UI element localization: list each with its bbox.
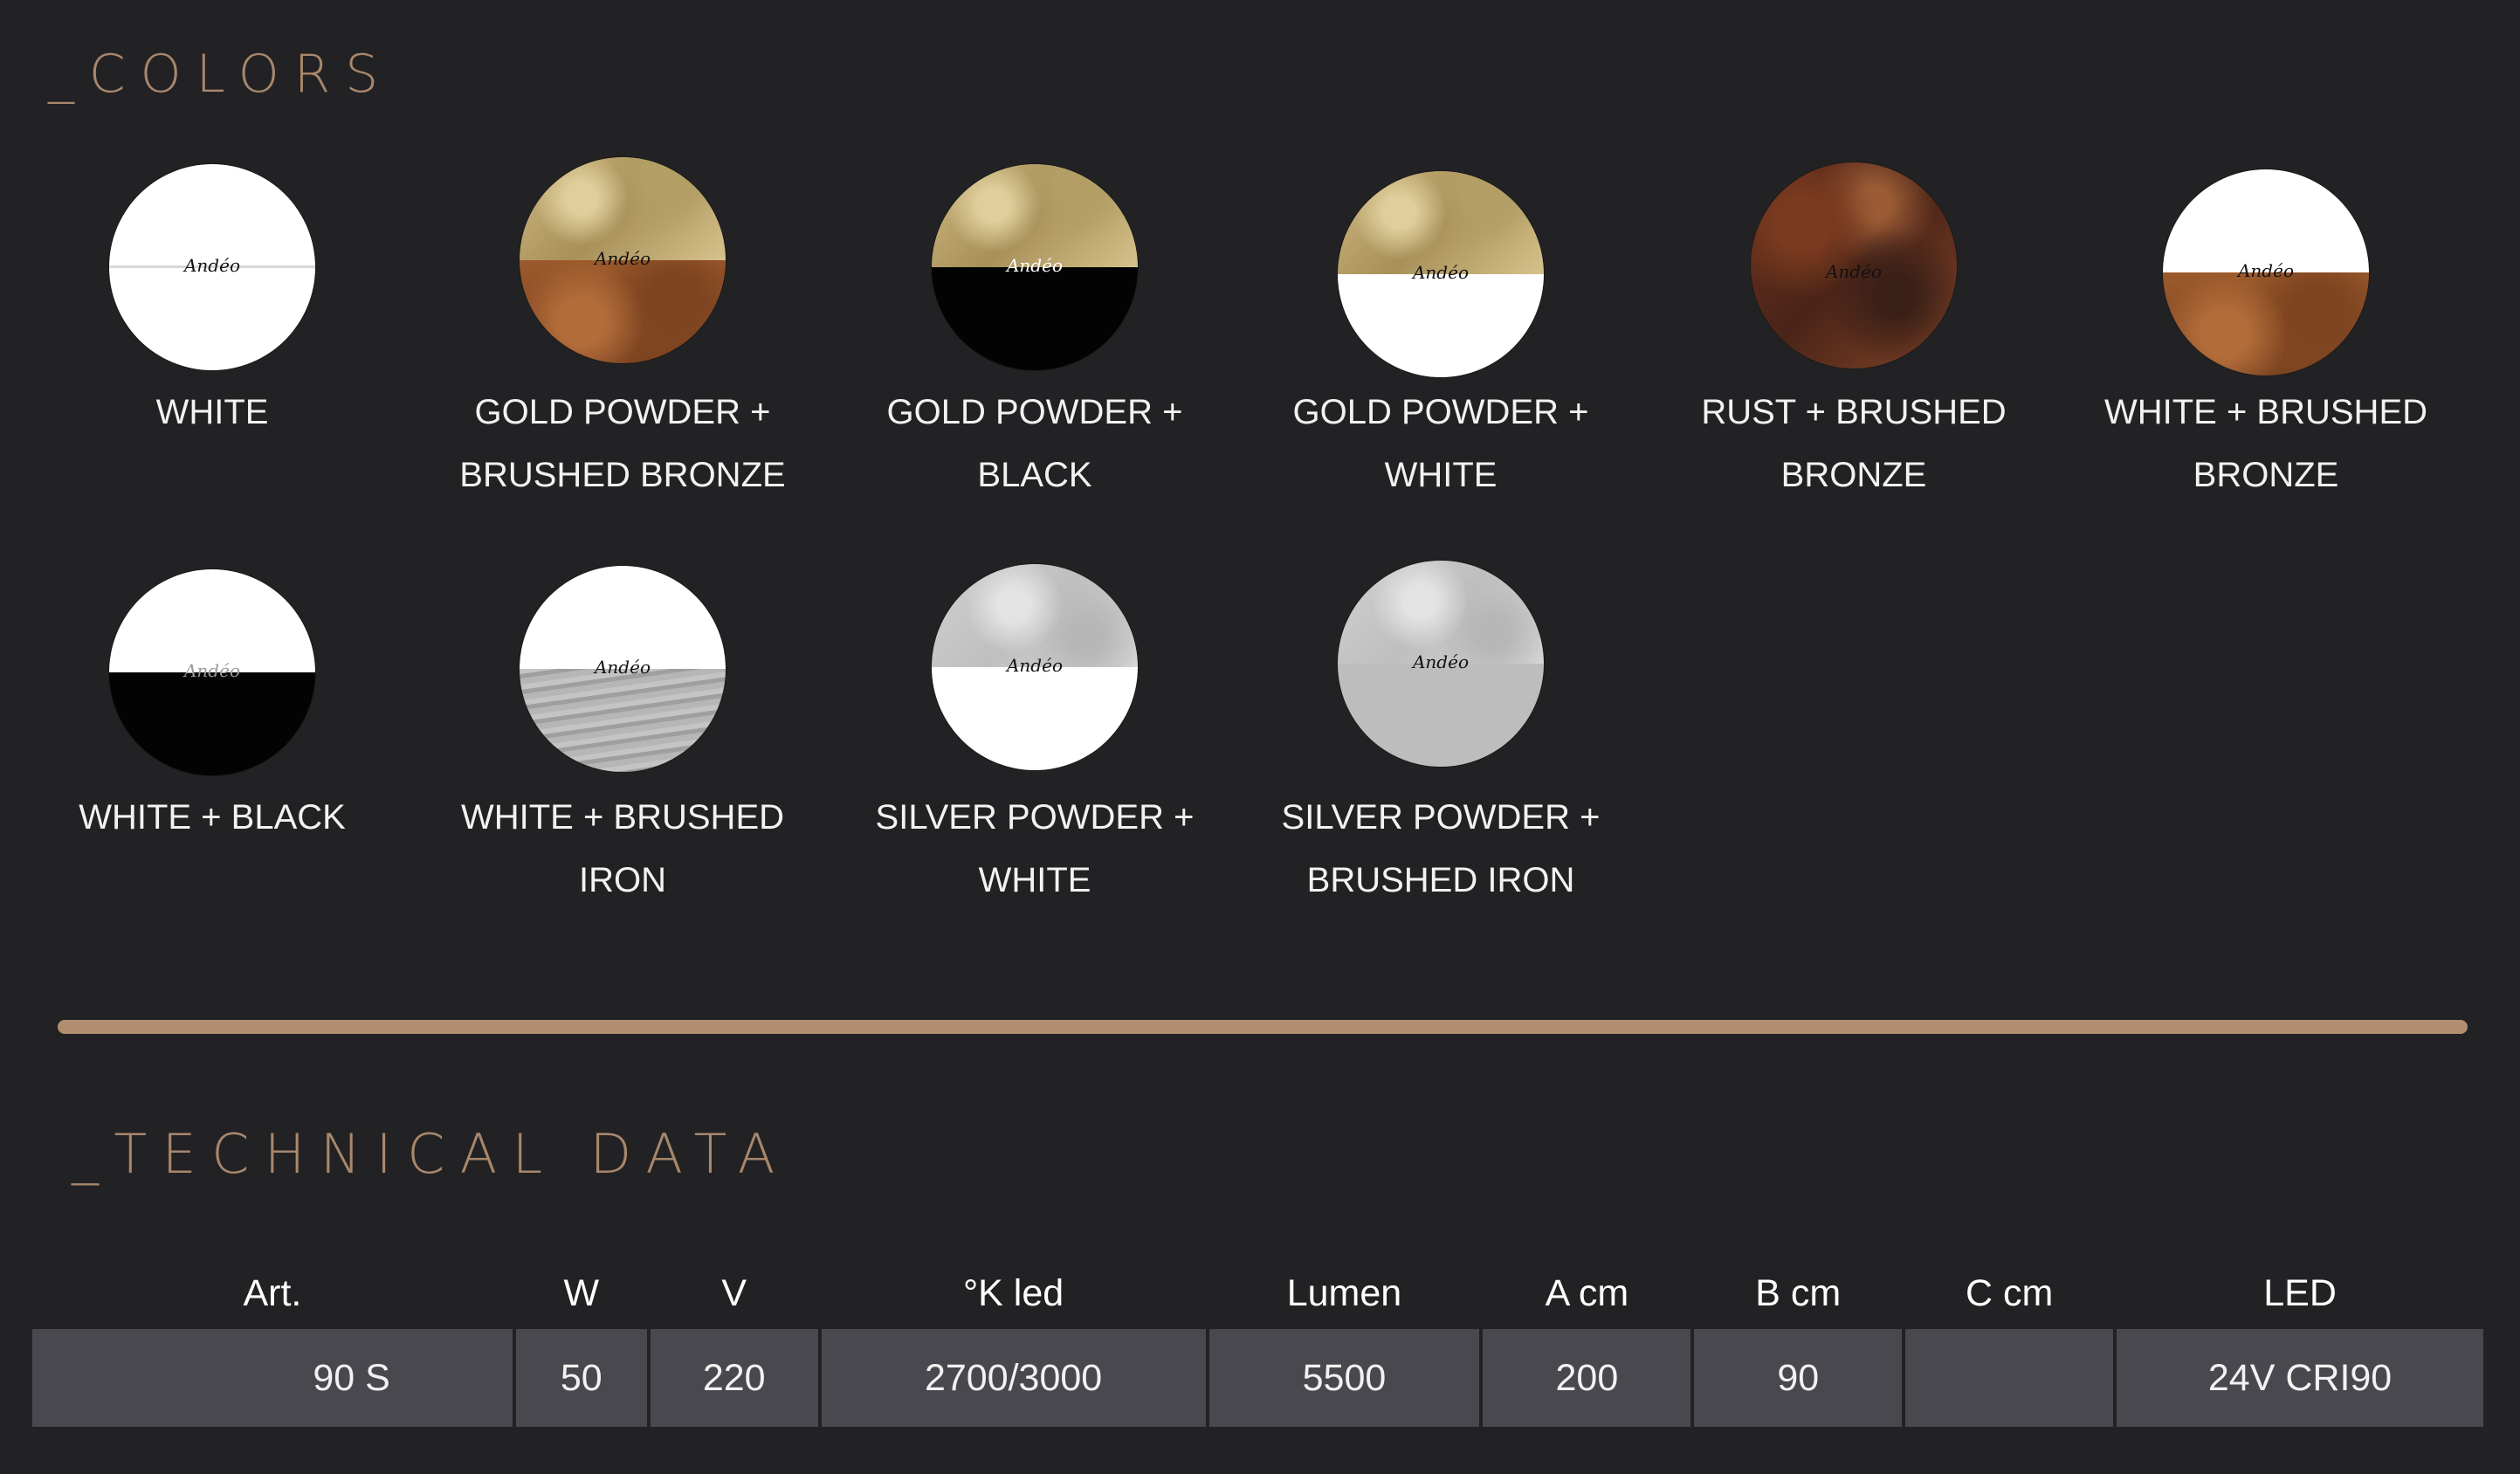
cell-a-cm: 200 [1483, 1329, 1691, 1427]
brand-mark: Andéo [2237, 259, 2294, 281]
swatch-gold-powder-brushed-bronze[interactable]: Andéo GOLD POWDER + BRUSHED BRONZE [417, 157, 828, 506]
swatch-label: WHITE + BLACK [79, 798, 346, 837]
swatch-white[interactable]: Andéo WHITE [7, 164, 417, 444]
swatch-gold-powder-black[interactable]: Andéo GOLD POWDER + BLACK [830, 164, 1240, 506]
swatch-rust-brushed-bronze[interactable]: Andéo RUST + BRUSHED BRONZE [1649, 162, 2059, 506]
swatch-white-black[interactable]: Andéo WHITE + BLACK [7, 569, 417, 849]
swatch-silver-powder-brushed-iron[interactable]: Andéo SILVER POWDER + BRUSHED IRON [1236, 561, 1646, 912]
swatch-white-brushed-bronze[interactable]: Andéo WHITE + BRUSHED BRONZE [2061, 169, 2471, 506]
colors-section-title: _COLORS [48, 44, 394, 105]
technical-data-title: _TECHNICAL DATA [72, 1122, 790, 1186]
brand-mark: Andéo [1006, 654, 1063, 676]
section-divider [58, 1020, 2468, 1034]
swatch-label: RUST + BRUSHED BRONZE [1701, 393, 2007, 494]
swatch-white-brushed-iron[interactable]: Andéo WHITE + BRUSHED IRON [417, 566, 828, 912]
swatch-label: SILVER POWDER + WHITE [875, 798, 1195, 899]
brand-mark: Andéo [1412, 261, 1469, 283]
cell-led: 24V CRI90 [2117, 1329, 2483, 1427]
cell-art: 90 S [32, 1329, 513, 1427]
swatch-disc: Andéo [520, 157, 726, 363]
swatch-gold-powder-white[interactable]: Andéo GOLD POWDER + WHITE [1236, 171, 1646, 506]
swatch-disc: Andéo [932, 564, 1138, 770]
brand-mark: Andéo [1825, 261, 1882, 283]
cell-watts: 50 [515, 1329, 647, 1427]
swatch-disc: Andéo [2163, 169, 2369, 375]
swatch-label: WHITE + BRUSHED IRON [460, 798, 785, 899]
header-a-cm: A cm [1545, 1271, 1629, 1314]
brand-mark: Andéo [594, 247, 651, 269]
header-volts: V [721, 1271, 747, 1314]
cell-b-cm: 90 [1694, 1329, 1903, 1427]
brand-mark: Andéo [183, 254, 240, 276]
swatch-disc: Andéo [109, 164, 315, 370]
swatch-silver-powder-white[interactable]: Andéo SILVER POWDER + WHITE [830, 564, 1240, 912]
header-kelvin-led: °K led [962, 1271, 1064, 1314]
brand-mark: Andéo [1006, 254, 1063, 276]
header-led: LED [2263, 1271, 2337, 1314]
brand-mark: Andéo [183, 659, 240, 681]
header-art: Art. [243, 1271, 302, 1314]
technical-data-table: Art. W V °K led Lumen A cm B cm C cm LED… [29, 1257, 2487, 1427]
swatch-disc: Andéo [109, 569, 315, 775]
brand-mark: Andéo [1412, 651, 1469, 672]
brand-mark: Andéo [594, 656, 651, 678]
swatch-disc: Andéo [1338, 561, 1544, 767]
header-b-cm: B cm [1755, 1271, 1842, 1314]
swatch-disc: Andéo [1751, 162, 1957, 368]
table-header-row: Art. W V °K led Lumen A cm B cm C cm LED [32, 1257, 2483, 1329]
swatch-label: GOLD POWDER + WHITE [1292, 393, 1589, 494]
swatch-label: SILVER POWDER + BRUSHED IRON [1281, 798, 1601, 899]
swatch-disc: Andéo [1338, 171, 1544, 377]
cell-volts: 220 [650, 1329, 818, 1427]
header-watts: W [563, 1271, 600, 1314]
swatch-disc: Andéo [932, 164, 1138, 370]
swatch-label: WHITE + BRUSHED BRONZE [2103, 393, 2428, 494]
swatch-disc: Andéo [520, 566, 726, 772]
header-lumen: Lumen [1286, 1271, 1402, 1314]
cell-lumen: 5500 [1208, 1329, 1480, 1427]
header-c-cm: C cm [1965, 1271, 2054, 1314]
swatch-label: WHITE [155, 393, 269, 431]
table-row: 90 S 50 220 2700/3000 5500 200 90 24V CR… [32, 1329, 2483, 1427]
swatch-label: GOLD POWDER + BLACK [886, 393, 1183, 494]
cell-c-cm [1905, 1329, 2114, 1427]
swatch-label: GOLD POWDER + BRUSHED BRONZE [459, 393, 786, 494]
cell-kelvin-led: 2700/3000 [821, 1329, 1206, 1427]
